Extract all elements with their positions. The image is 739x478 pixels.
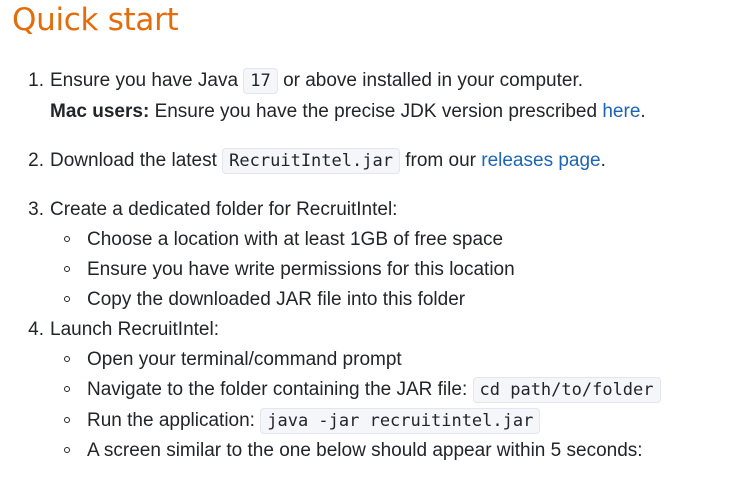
step-text: from our xyxy=(405,150,476,171)
inline-code: 17 xyxy=(243,68,278,94)
step-4: 4. Launch RecruitIntel: xyxy=(28,317,219,343)
list-item: Run the application: java -jar recruitin… xyxy=(64,408,541,434)
step-1: 1. Ensure you have Java 17 or above inst… xyxy=(28,68,584,94)
bullet-icon xyxy=(64,266,70,272)
bullet-icon xyxy=(64,356,70,362)
step-text: Create a dedicated folder for RecruitInt… xyxy=(50,199,398,220)
bullet-icon xyxy=(64,296,70,302)
step-text: Launch RecruitIntel: xyxy=(50,319,219,340)
note-text: Ensure you have the precise JDK version … xyxy=(154,101,598,122)
punctuation: . xyxy=(640,101,646,122)
list-item: Copy the downloaded JAR file into this f… xyxy=(64,287,465,313)
step-text: Ensure you have Java xyxy=(50,70,239,91)
step-text: Download the latest xyxy=(50,150,217,171)
list-item: Navigate to the folder containing the JA… xyxy=(64,377,661,403)
list-item: Ensure you have write permissions for th… xyxy=(64,257,515,283)
bullet-icon xyxy=(64,447,70,453)
note-label: Mac users: xyxy=(50,101,150,122)
punctuation: . xyxy=(600,150,606,171)
list-item: Choose a location with at least 1GB of f… xyxy=(64,227,503,253)
step-text: or above installed in your computer. xyxy=(283,70,584,91)
jdk-version-link[interactable]: here xyxy=(602,101,640,122)
step-number: 3. xyxy=(28,199,44,220)
bullet-icon xyxy=(64,386,70,392)
mac-users-note: Mac users: Ensure you have the precise J… xyxy=(50,99,646,125)
inline-code: RecruitIntel.jar xyxy=(222,148,400,174)
step-number: 1. xyxy=(28,70,44,91)
page-title: Quick start xyxy=(12,2,179,38)
step-number: 4. xyxy=(28,319,44,340)
step-2: 2. Download the latest RecruitIntel.jar … xyxy=(28,148,606,174)
bullet-icon xyxy=(64,417,70,423)
step-3: 3. Create a dedicated folder for Recruit… xyxy=(28,197,398,223)
bullet-icon xyxy=(64,236,70,242)
releases-page-link[interactable]: releases page xyxy=(481,150,600,171)
inline-code: java -jar recruitintel.jar xyxy=(260,408,541,434)
list-item: A screen similar to the one below should… xyxy=(64,438,643,464)
step-number: 2. xyxy=(28,150,44,171)
list-item: Open your terminal/command prompt xyxy=(64,347,402,373)
inline-code: cd path/to/folder xyxy=(472,377,661,403)
